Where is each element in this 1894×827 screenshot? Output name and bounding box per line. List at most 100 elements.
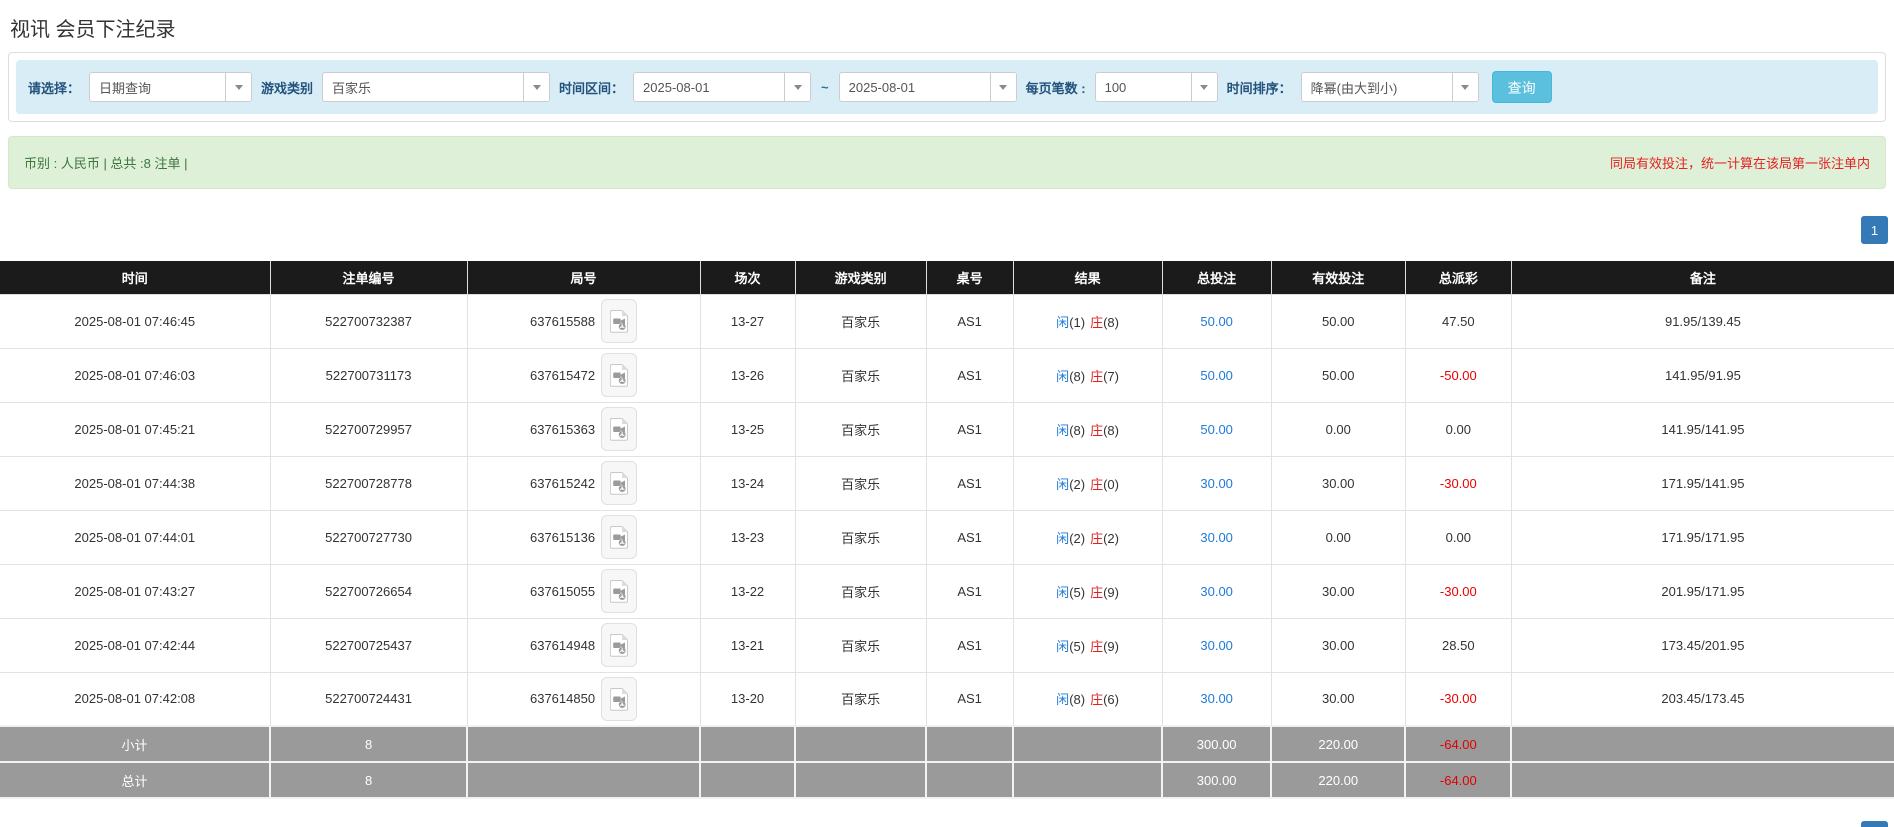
caret-down-icon[interactable] xyxy=(784,73,810,101)
cell-payout: 0.00 xyxy=(1405,402,1511,456)
game-type-label: 游戏类别 xyxy=(261,78,313,97)
cell-remark: 203.45/173.45 xyxy=(1511,672,1894,726)
cell-time: 2025-08-01 07:42:44 xyxy=(0,618,270,672)
cell-table-no: AS1 xyxy=(926,456,1013,510)
total-bet-link[interactable]: 30.00 xyxy=(1200,691,1233,706)
cell-round-id: 637614850 xyxy=(467,672,700,726)
cell-bet-id: 522700724431 xyxy=(270,672,467,726)
total-bet-link[interactable]: 30.00 xyxy=(1200,638,1233,653)
cell-round-id: 637615472 xyxy=(467,348,700,402)
summary-bar: 币别 : 人民币 | 总共 :8 注单 | 同局有效投注，统一计算在该局第一张注… xyxy=(8,136,1886,189)
game-type-value: 百家乐 xyxy=(323,73,523,101)
result-player-value: (5) xyxy=(1069,639,1085,654)
subtotal-row: 小计 8 300.00 220.00 -64.00 xyxy=(0,726,1894,762)
page-1-button[interactable]: 1 xyxy=(1861,216,1888,244)
cell-table-no: AS1 xyxy=(926,348,1013,402)
table-row: 2025-08-01 07:43:27 522700726654 6376150… xyxy=(0,564,1894,618)
cell-bet-id: 522700729957 xyxy=(270,402,467,456)
cell-game-type: 百家乐 xyxy=(795,564,926,618)
cell-time: 2025-08-01 07:46:03 xyxy=(0,348,270,402)
video-file-icon[interactable] xyxy=(601,623,637,667)
header-session: 场次 xyxy=(700,261,795,294)
page-1-button-bottom[interactable]: 1 xyxy=(1861,821,1888,827)
cell-result: 闲(5)庄(9) xyxy=(1013,618,1162,672)
caret-down-icon[interactable] xyxy=(523,73,549,101)
time-sort-select[interactable]: 降幂(由大到小) xyxy=(1301,72,1479,102)
result-player-label: 闲 xyxy=(1056,639,1069,654)
result-player-value: (8) xyxy=(1069,423,1085,438)
search-button[interactable]: 查询 xyxy=(1492,71,1552,103)
video-file-icon[interactable] xyxy=(601,407,637,451)
cell-bet-id: 522700728778 xyxy=(270,456,467,510)
cell-session: 13-27 xyxy=(700,294,795,348)
table-row: 2025-08-01 07:42:44 522700725437 6376149… xyxy=(0,618,1894,672)
table-row: 2025-08-01 07:45:21 522700729957 6376153… xyxy=(0,402,1894,456)
caret-down-icon[interactable] xyxy=(1452,73,1478,101)
total-bet-link[interactable]: 30.00 xyxy=(1200,584,1233,599)
round-id-text: 637615363 xyxy=(530,422,595,437)
cell-game-type: 百家乐 xyxy=(795,618,926,672)
page-size-select[interactable]: 100 xyxy=(1095,72,1218,102)
cell-time: 2025-08-01 07:44:01 xyxy=(0,510,270,564)
cell-round-id: 637615588 xyxy=(467,294,700,348)
pagination-bottom: 1 xyxy=(6,821,1888,827)
result-banker-label: 庄 xyxy=(1090,531,1103,546)
cell-total-bet: 50.00 xyxy=(1162,348,1271,402)
total-bet-link[interactable]: 30.00 xyxy=(1200,530,1233,545)
result-player-value: (1) xyxy=(1069,315,1085,330)
cell-remark: 171.95/141.95 xyxy=(1511,456,1894,510)
total-bet-link[interactable]: 50.00 xyxy=(1200,368,1233,383)
video-file-icon[interactable] xyxy=(601,353,637,397)
caret-down-icon[interactable] xyxy=(1191,73,1217,101)
header-game-type: 游戏类别 xyxy=(795,261,926,294)
total-valid-bet: 220.00 xyxy=(1271,762,1405,798)
video-file-icon[interactable] xyxy=(601,677,637,721)
date-from-picker[interactable]: 2025-08-01 xyxy=(633,72,811,102)
cell-remark: 173.45/201.95 xyxy=(1511,618,1894,672)
cell-total-bet: 50.00 xyxy=(1162,402,1271,456)
video-file-icon[interactable] xyxy=(601,299,637,343)
result-player-label: 闲 xyxy=(1056,585,1069,600)
video-file-icon[interactable] xyxy=(601,461,637,505)
cell-bet-id: 522700732387 xyxy=(270,294,467,348)
cell-result: 闲(2)庄(0) xyxy=(1013,456,1162,510)
table-header: 时间 注单编号 局号 场次 游戏类别 桌号 结果 总投注 有效投注 总派彩 备注 xyxy=(0,261,1894,294)
result-player-label: 闲 xyxy=(1056,692,1069,707)
cell-payout: 0.00 xyxy=(1405,510,1511,564)
cell-payout: 28.50 xyxy=(1405,618,1511,672)
cell-game-type: 百家乐 xyxy=(795,402,926,456)
cell-result: 闲(1)庄(8) xyxy=(1013,294,1162,348)
cell-payout: 47.50 xyxy=(1405,294,1511,348)
time-sort-label: 时间排序： xyxy=(1227,78,1292,97)
result-player-label: 闲 xyxy=(1056,369,1069,384)
video-file-icon[interactable] xyxy=(601,569,637,613)
total-bet-link[interactable]: 50.00 xyxy=(1200,422,1233,437)
cell-session: 13-24 xyxy=(700,456,795,510)
result-banker-label: 庄 xyxy=(1090,477,1103,492)
subtotal-count: 8 xyxy=(270,726,467,762)
total-bet-link[interactable]: 50.00 xyxy=(1200,314,1233,329)
cell-bet-id: 522700725437 xyxy=(270,618,467,672)
cell-table-no: AS1 xyxy=(926,672,1013,726)
result-banker-label: 庄 xyxy=(1090,639,1103,654)
cell-session: 13-21 xyxy=(700,618,795,672)
subtotal-label: 小计 xyxy=(0,726,270,762)
total-total-bet: 300.00 xyxy=(1162,762,1271,798)
cell-bet-id: 522700731173 xyxy=(270,348,467,402)
date-to-value: 2025-08-01 xyxy=(840,73,990,101)
caret-down-icon[interactable] xyxy=(225,73,251,101)
page-title: 视讯 会员下注纪录 xyxy=(10,13,1884,42)
cell-result: 闲(8)庄(6) xyxy=(1013,672,1162,726)
table-footer: 小计 8 300.00 220.00 -64.00 总计 8 300.00 22… xyxy=(0,726,1894,798)
page-size-label: 每页笔数 : xyxy=(1026,78,1086,97)
video-file-icon[interactable] xyxy=(601,515,637,559)
table-row: 2025-08-01 07:42:08 522700724431 6376148… xyxy=(0,672,1894,726)
total-bet-link[interactable]: 30.00 xyxy=(1200,476,1233,491)
date-to-picker[interactable]: 2025-08-01 xyxy=(839,72,1017,102)
cell-remark: 141.95/141.95 xyxy=(1511,402,1894,456)
cell-total-bet: 50.00 xyxy=(1162,294,1271,348)
caret-down-icon[interactable] xyxy=(990,73,1016,101)
cell-total-bet: 30.00 xyxy=(1162,672,1271,726)
game-type-select[interactable]: 百家乐 xyxy=(322,72,550,102)
query-type-select[interactable]: 日期查询 xyxy=(89,72,252,102)
